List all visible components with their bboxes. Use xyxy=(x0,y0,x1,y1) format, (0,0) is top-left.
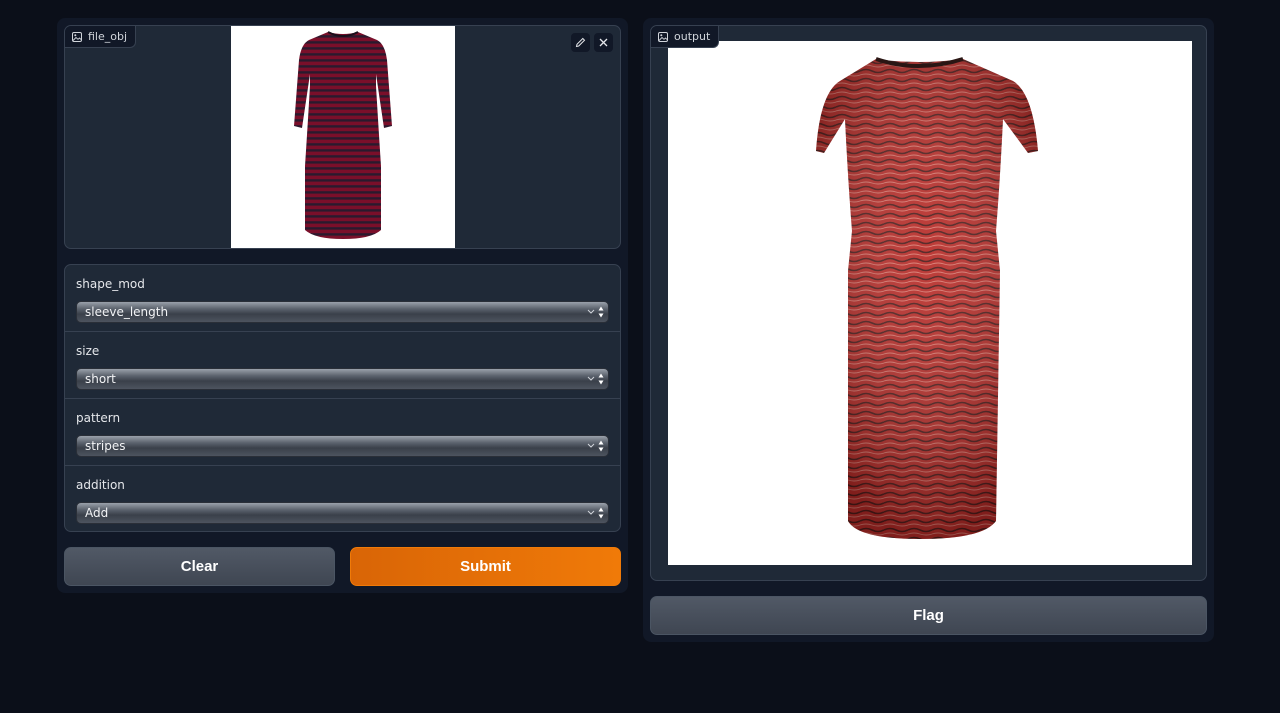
select-arrows xyxy=(587,305,604,319)
form-panel: shape_mod sleeve_length size short patte… xyxy=(64,264,621,532)
input-image xyxy=(231,26,455,248)
output-image-label: output xyxy=(674,30,711,43)
up-down-arrows-icon xyxy=(598,373,604,385)
output-image-label-tag: output xyxy=(651,26,720,48)
addition-select[interactable]: Add xyxy=(76,502,609,524)
shape-mod-value: sleeve_length xyxy=(85,305,169,319)
output-column: output Flag xyxy=(643,18,1214,642)
pattern-value: stripes xyxy=(85,439,126,453)
shape-mod-select[interactable]: sleeve_length xyxy=(76,301,609,323)
size-value: short xyxy=(85,372,116,386)
pattern-label: pattern xyxy=(76,411,121,425)
up-down-arrows-icon xyxy=(598,440,604,452)
addition-value: Add xyxy=(85,506,109,520)
select-arrows xyxy=(587,506,604,520)
addition-label: addition xyxy=(76,478,125,492)
shape-mod-label: shape_mod xyxy=(76,277,145,291)
input-image-panel[interactable]: file_obj xyxy=(64,25,621,249)
size-label: size xyxy=(76,344,100,358)
up-down-arrows-icon xyxy=(598,507,604,519)
addition-field: addition Add xyxy=(65,466,620,531)
shape-mod-field: shape_mod sleeve_length xyxy=(65,265,620,332)
chevron-down-icon xyxy=(587,376,595,381)
input-image-label-tag: file_obj xyxy=(65,26,137,48)
chevron-down-icon xyxy=(587,309,595,314)
pattern-field: pattern stripes xyxy=(65,399,620,466)
flag-button[interactable]: Flag xyxy=(650,596,1207,635)
close-icon xyxy=(599,38,608,47)
chevron-down-icon xyxy=(587,443,595,448)
chevron-down-icon xyxy=(587,510,595,515)
submit-button[interactable]: Submit xyxy=(350,547,621,586)
size-field: size short xyxy=(65,332,620,399)
edit-button[interactable] xyxy=(571,33,590,52)
size-select[interactable]: short xyxy=(76,368,609,390)
image-icon xyxy=(72,31,82,42)
pattern-select[interactable]: stripes xyxy=(76,435,609,457)
input-column: file_obj shape_mod sleeve_length size sh… xyxy=(57,18,628,593)
output-image xyxy=(668,41,1192,565)
up-down-arrows-icon xyxy=(598,306,604,318)
output-image-panel: output xyxy=(650,25,1207,581)
image-icon xyxy=(658,31,668,42)
input-image-label: file_obj xyxy=(88,30,128,43)
edit-icon xyxy=(575,37,586,48)
image-tools xyxy=(571,33,613,52)
select-arrows xyxy=(587,439,604,453)
select-arrows xyxy=(587,372,604,386)
clear-image-button[interactable] xyxy=(594,33,613,52)
clear-button[interactable]: Clear xyxy=(64,547,335,586)
